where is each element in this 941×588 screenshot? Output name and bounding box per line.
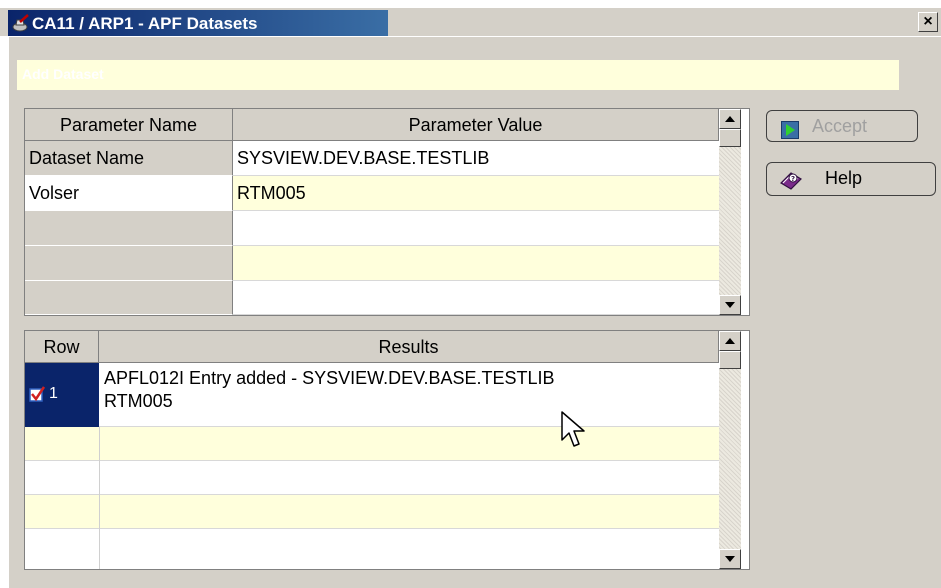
scroll-thumb[interactable]: [719, 351, 741, 369]
column-divider: [99, 495, 100, 529]
parameter-value-header[interactable]: Parameter Value: [233, 109, 719, 141]
info-bar: [17, 60, 899, 90]
result-text-line-2: RTM005: [104, 391, 173, 411]
results-header[interactable]: Results: [99, 331, 719, 363]
parameters-grid: Parameter Name Parameter Value Dataset N…: [24, 108, 750, 316]
parameter-value-cell[interactable]: RTM005: [233, 176, 719, 211]
scroll-down-button[interactable]: [719, 295, 741, 315]
result-row-empty[interactable]: [25, 461, 719, 495]
help-button-label: Help: [825, 168, 863, 188]
parameter-name-header[interactable]: Parameter Name: [25, 109, 233, 141]
help-button[interactable]: ? Help: [766, 162, 936, 196]
results-scrollbar[interactable]: [719, 331, 741, 569]
arrow-down-icon: [725, 556, 735, 562]
mouse-pointer-icon: [560, 410, 586, 457]
column-divider: [99, 427, 100, 461]
result-row-empty[interactable]: [25, 529, 719, 569]
results-grid: Row Results 1 APFL012I Entry added - SYS…: [24, 330, 750, 570]
result-cell[interactable]: APFL012I Entry added - SYSVIEW.DEV.BASE.…: [99, 363, 719, 427]
checkmark-icon: [29, 386, 46, 407]
scroll-thumb[interactable]: [719, 129, 741, 147]
parameter-name-cell[interactable]: Volser: [25, 176, 233, 211]
window-title: CA11 / ARP1 - APF Datasets: [32, 14, 258, 33]
check-wand-icon: [11, 13, 31, 33]
parameter-name-cell[interactable]: [25, 281, 233, 315]
play-arrow-icon: [781, 118, 799, 148]
arrow-up-icon: [725, 116, 735, 122]
close-button[interactable]: ×: [918, 12, 938, 32]
result-row-empty[interactable]: [25, 495, 719, 529]
parameter-name-cell[interactable]: [25, 246, 233, 281]
arrow-down-icon: [725, 302, 735, 308]
help-book-icon: ?: [779, 169, 803, 200]
row-header[interactable]: Row: [25, 331, 99, 363]
parameter-name-cell[interactable]: Dataset Name: [25, 141, 233, 176]
result-text-line-1: APFL012I Entry added - SYSVIEW.DEV.BASE.…: [104, 368, 555, 388]
result-row-header[interactable]: 1: [25, 363, 99, 427]
result-row-empty[interactable]: [25, 427, 719, 461]
parameter-value-cell[interactable]: SYSVIEW.DEV.BASE.TESTLIB: [233, 141, 719, 176]
accept-button-label: Accept: [812, 116, 868, 136]
parameter-value-cell[interactable]: [233, 211, 719, 246]
parameter-value-cell[interactable]: [233, 281, 719, 315]
column-divider: [99, 461, 100, 495]
svg-text:?: ?: [791, 175, 795, 183]
accept-button[interactable]: Accept: [766, 110, 918, 142]
parameters-scrollbar[interactable]: [719, 109, 741, 315]
result-row-number: 1: [49, 385, 58, 402]
parameter-name-cell[interactable]: [25, 211, 233, 246]
scroll-up-button[interactable]: [719, 331, 741, 351]
info-bar-text: Add Dataset: [22, 66, 104, 82]
scroll-down-button[interactable]: [719, 549, 741, 569]
parameter-value-cell[interactable]: [233, 246, 719, 281]
scroll-up-button[interactable]: [719, 109, 741, 129]
arrow-up-icon: [725, 338, 735, 344]
column-divider: [99, 529, 100, 569]
